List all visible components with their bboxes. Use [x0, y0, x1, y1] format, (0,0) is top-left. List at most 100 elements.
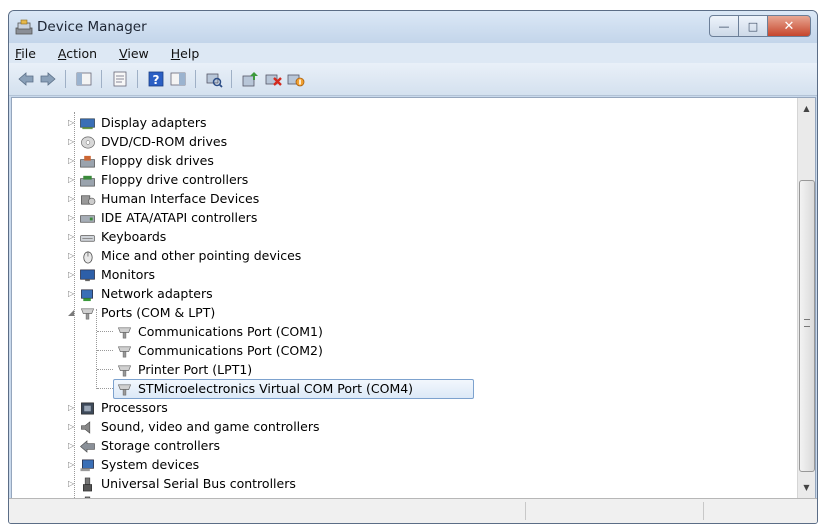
scroll-thumb[interactable]: [799, 180, 815, 472]
toolbar-separator: [195, 70, 196, 88]
tree-connector: [97, 388, 113, 389]
dvd-drive-icon: [81, 136, 95, 149]
collapse-icon[interactable]: ◢: [68, 308, 74, 317]
title-bar[interactable]: Device Manager — □ ✕: [9, 11, 817, 43]
device-category[interactable]: Keyboards: [101, 229, 166, 244]
floppy-controller-icon: [80, 175, 95, 187]
uninstall-device-icon[interactable]: [265, 70, 283, 88]
help-icon[interactable]: ?: [147, 70, 165, 88]
sound-icon: [81, 421, 91, 434]
expand-icon[interactable]: ▷: [68, 270, 74, 279]
device-category[interactable]: Monitors: [101, 267, 155, 282]
floppy-drive-icon: [80, 155, 95, 168]
device-tree[interactable]: ▷ Display adapters ▷ DVD/CD-ROM drives ▷ Flop…: [11, 97, 816, 499]
disable-device-icon[interactable]: [287, 70, 305, 88]
device-category[interactable]: DVD/CD-ROM drives: [101, 134, 227, 149]
properties-icon[interactable]: [111, 70, 129, 88]
scroll-grip-icon: [804, 319, 810, 327]
port-icon: [117, 384, 132, 396]
device-category[interactable]: Processors: [101, 400, 168, 415]
close-icon: ✕: [783, 18, 795, 34]
svg-text:?: ?: [153, 73, 160, 87]
forward-icon[interactable]: [39, 70, 57, 88]
port-icon: [117, 346, 132, 358]
expand-icon[interactable]: ▷: [68, 194, 74, 203]
expand-icon[interactable]: ▷: [68, 232, 74, 241]
port-icon: [117, 327, 132, 339]
device-item[interactable]: STMicroelectronics Virtual COM Port (COM…: [138, 381, 413, 396]
expand-icon[interactable]: ▷: [68, 137, 74, 146]
toolbar-separator: [137, 70, 138, 88]
expand-icon[interactable]: ▷: [68, 441, 74, 450]
processor-icon: [81, 402, 94, 415]
device-category[interactable]: IDE ATA/ATAPI controllers: [101, 210, 257, 225]
mouse-icon: [83, 251, 93, 264]
network-adapter-icon: [81, 289, 93, 302]
device-category[interactable]: Ports (COM & LPT): [101, 305, 215, 320]
expand-icon[interactable]: ▷: [68, 460, 74, 469]
menu-help[interactable]: Help: [171, 46, 200, 61]
expand-icon[interactable]: ▷: [68, 403, 74, 412]
tree-connector: [97, 350, 113, 351]
menu-file[interactable]: File: [15, 46, 36, 61]
expand-icon[interactable]: ▷: [68, 479, 74, 488]
scroll-up-icon[interactable]: ▲: [798, 100, 815, 117]
vertical-scrollbar[interactable]: ▲ ▼: [797, 98, 815, 498]
maximize-icon: □: [747, 19, 759, 33]
maximize-button[interactable]: □: [739, 15, 768, 37]
device-manager-window: Device Manager — □ ✕ File Action View He…: [8, 10, 818, 524]
keyboard-icon: [80, 235, 95, 242]
menu-view[interactable]: View: [119, 46, 149, 61]
scan-hardware-icon[interactable]: [205, 70, 223, 88]
tree-connector: [97, 369, 113, 370]
device-category[interactable]: Mice and other pointing devices: [101, 248, 301, 263]
device-item[interactable]: Communications Port (COM1): [138, 324, 323, 339]
scroll-down-icon[interactable]: ▼: [798, 479, 815, 496]
show-hide-console-tree-icon[interactable]: [75, 70, 93, 88]
display-adapter-icon: [80, 118, 95, 130]
expand-icon[interactable]: ▷: [68, 118, 74, 127]
expand-icon[interactable]: ▷: [68, 422, 74, 431]
status-divider: [703, 502, 704, 520]
port-icon: [80, 308, 95, 320]
device-category[interactable]: Floppy disk drives: [101, 153, 214, 168]
status-bar: [9, 498, 817, 523]
hid-icon: [81, 195, 96, 205]
toolbar: ?: [9, 63, 817, 96]
ide-controller-icon: [80, 215, 95, 223]
status-divider: [525, 502, 526, 520]
toolbar-separator: [101, 70, 102, 88]
port-icon: [117, 365, 132, 377]
device-item[interactable]: Communications Port (COM2): [138, 343, 323, 358]
minimize-button[interactable]: —: [709, 15, 739, 37]
minimize-icon: —: [718, 19, 730, 33]
expand-icon[interactable]: ▷: [68, 156, 74, 165]
expand-icon[interactable]: ▷: [68, 213, 74, 222]
device-category[interactable]: Network adapters: [101, 286, 213, 301]
toolbar-separator: [65, 70, 66, 88]
close-button[interactable]: ✕: [768, 15, 811, 37]
usb-icon: [83, 477, 92, 492]
device-item[interactable]: Printer Port (LPT1): [138, 362, 252, 377]
system-devices-icon: [80, 459, 94, 472]
device-category[interactable]: System devices: [101, 457, 199, 472]
device-category[interactable]: Storage controllers: [101, 438, 220, 453]
menu-action[interactable]: Action: [58, 46, 97, 61]
device-category[interactable]: Floppy drive controllers: [101, 172, 248, 187]
expand-icon[interactable]: ▷: [68, 289, 74, 298]
monitor-icon: [80, 269, 95, 282]
device-category[interactable]: Universal Serial Bus controllers: [101, 476, 296, 491]
action-pane-icon[interactable]: [169, 70, 187, 88]
tree-guide-line: [96, 309, 97, 389]
device-category[interactable]: Human Interface Devices: [101, 191, 259, 206]
expand-icon[interactable]: ▷: [68, 175, 74, 184]
back-icon[interactable]: [17, 70, 35, 88]
menu-bar: File Action View Help: [9, 43, 817, 63]
update-driver-icon[interactable]: [241, 70, 259, 88]
device-category[interactable]: Sound, video and game controllers: [101, 419, 320, 434]
toolbar-separator: [231, 70, 232, 88]
window-controls: — □ ✕: [709, 15, 811, 37]
expand-icon[interactable]: ▷: [68, 251, 74, 260]
window-title: Device Manager: [37, 19, 147, 35]
device-category[interactable]: Display adapters: [101, 115, 206, 130]
